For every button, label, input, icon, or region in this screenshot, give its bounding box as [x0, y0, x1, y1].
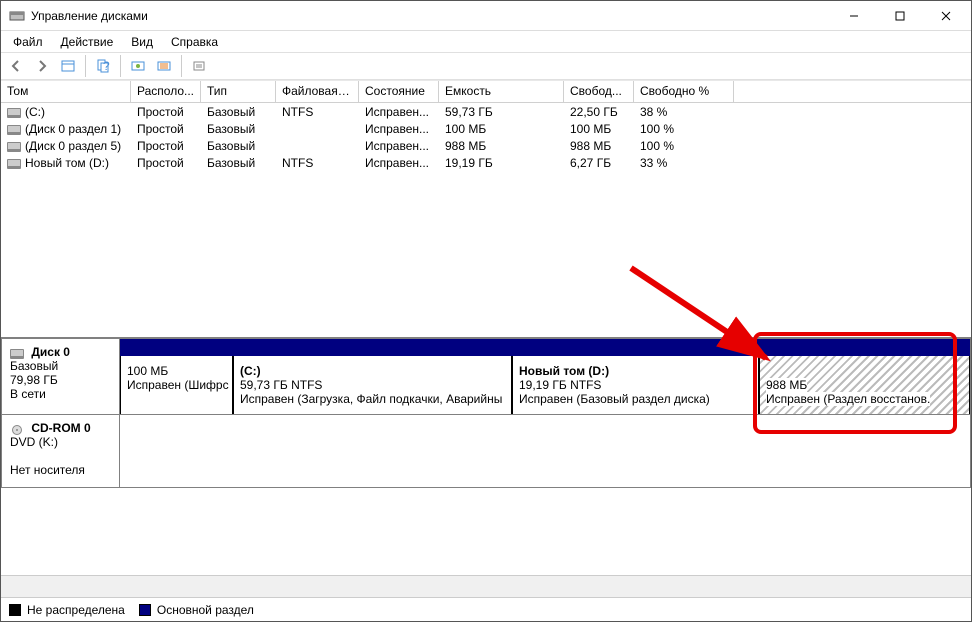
- cdrom-state: Нет носителя: [10, 463, 85, 477]
- column-headers: Том Располо... Тип Файловая с... Состоян…: [1, 80, 971, 103]
- legend-swatch-primary: [139, 604, 151, 616]
- volume-list-pane: Том Располо... Тип Файловая с... Состоян…: [1, 80, 971, 339]
- partition-3-recovery[interactable]: 988 МБ Исправен (Раздел восстанов.: [759, 356, 970, 414]
- legend-swatch-unallocated: [9, 604, 21, 616]
- col-volume[interactable]: Том: [1, 81, 131, 102]
- cdrom-icon: [10, 424, 24, 434]
- svg-text:?: ?: [103, 59, 110, 73]
- disk-0-block[interactable]: Диск 0 Базовый 79,98 ГБ В сети 100 МБ Ис…: [1, 338, 971, 415]
- col-capacity[interactable]: Емкость: [439, 81, 564, 102]
- menu-help[interactable]: Справка: [163, 33, 226, 51]
- menubar: Файл Действие Вид Справка: [1, 31, 971, 52]
- partition-0[interactable]: 100 МБ Исправен (Шифрс: [120, 356, 233, 414]
- disk-0-type: Базовый: [10, 359, 58, 373]
- partition-0-size: 100 МБ: [127, 364, 226, 378]
- minimize-button[interactable]: [831, 1, 877, 30]
- statusbar: [1, 575, 971, 597]
- partition-1-title: (C:): [240, 364, 505, 378]
- disk-0-label: Диск 0 Базовый 79,98 ГБ В сети: [2, 339, 120, 414]
- partition-3-status: Исправен (Раздел восстанов.: [766, 392, 930, 406]
- legend-unallocated: Не распределена: [27, 603, 125, 617]
- forward-button[interactable]: [31, 55, 53, 77]
- cdrom-sub: DVD (K:): [10, 435, 58, 449]
- menu-action[interactable]: Действие: [53, 33, 122, 51]
- col-fs[interactable]: Файловая с...: [276, 81, 359, 102]
- show-hide-button[interactable]: [57, 55, 79, 77]
- legend-primary: Основной раздел: [157, 603, 254, 617]
- partition-3-size: 988 МБ: [766, 378, 807, 392]
- partition-1[interactable]: (C:) 59,73 ГБ NTFS Исправен (Загрузка, Ф…: [233, 356, 512, 414]
- partition-2[interactable]: Новый том (D:) 19,19 ГБ NTFS Исправен (Б…: [512, 356, 759, 414]
- settings-button[interactable]: [127, 55, 149, 77]
- volume-rows: (C:)ПростойБазовыйNTFSИсправен...59,73 Г…: [1, 103, 971, 171]
- col-free[interactable]: Свобод...: [564, 81, 634, 102]
- disk-graphical-pane: Диск 0 Базовый 79,98 ГБ В сети 100 МБ Ис…: [1, 338, 971, 488]
- table-row[interactable]: (C:)ПростойБазовыйNTFSИсправен...59,73 Г…: [1, 103, 971, 120]
- col-freepct[interactable]: Свободно %: [634, 81, 734, 102]
- partition-2-title: Новый том (D:): [519, 364, 752, 378]
- back-button[interactable]: [5, 55, 27, 77]
- window-title: Управление дисками: [31, 9, 831, 23]
- list-button[interactable]: [153, 55, 175, 77]
- disk-icon: [10, 348, 24, 358]
- partition-2-size: 19,19 ГБ NTFS: [519, 378, 752, 392]
- col-type[interactable]: Тип: [201, 81, 276, 102]
- menu-view[interactable]: Вид: [123, 33, 161, 51]
- partition-2-status: Исправен (Базовый раздел диска): [519, 392, 752, 406]
- cdrom-block[interactable]: CD-ROM 0 DVD (K:) Нет носителя: [1, 414, 971, 488]
- cdrom-name: CD-ROM 0: [31, 421, 90, 435]
- disk-0-name: Диск 0: [31, 345, 70, 359]
- table-row[interactable]: (Диск 0 раздел 5)ПростойБазовыйИсправен.…: [1, 137, 971, 154]
- cdrom-label: CD-ROM 0 DVD (K:) Нет носителя: [2, 415, 120, 487]
- refresh-button[interactable]: ?: [92, 55, 114, 77]
- partition-1-size: 59,73 ГБ NTFS: [240, 378, 505, 392]
- titlebar: Управление дисками: [1, 1, 971, 31]
- col-status[interactable]: Состояние: [359, 81, 439, 102]
- legend: Не распределена Основной раздел: [1, 597, 971, 621]
- disk-0-state: В сети: [10, 387, 46, 401]
- toolbar: ?: [1, 52, 971, 80]
- disk-0-size: 79,98 ГБ: [10, 373, 58, 387]
- table-row[interactable]: Новый том (D:)ПростойБазовыйNTFSИсправен…: [1, 154, 971, 171]
- disk-0-header-bar: [120, 339, 970, 356]
- app-icon: [9, 8, 25, 24]
- maximize-button[interactable]: [877, 1, 923, 30]
- partition-1-status: Исправен (Загрузка, Файл подкачки, Авари…: [240, 392, 505, 406]
- col-layout[interactable]: Располо...: [131, 81, 201, 102]
- properties-button[interactable]: [188, 55, 210, 77]
- partition-0-status: Исправен (Шифрс: [127, 378, 226, 392]
- close-button[interactable]: [923, 1, 969, 30]
- menu-file[interactable]: Файл: [5, 33, 51, 51]
- table-row[interactable]: (Диск 0 раздел 1)ПростойБазовыйИсправен.…: [1, 120, 971, 137]
